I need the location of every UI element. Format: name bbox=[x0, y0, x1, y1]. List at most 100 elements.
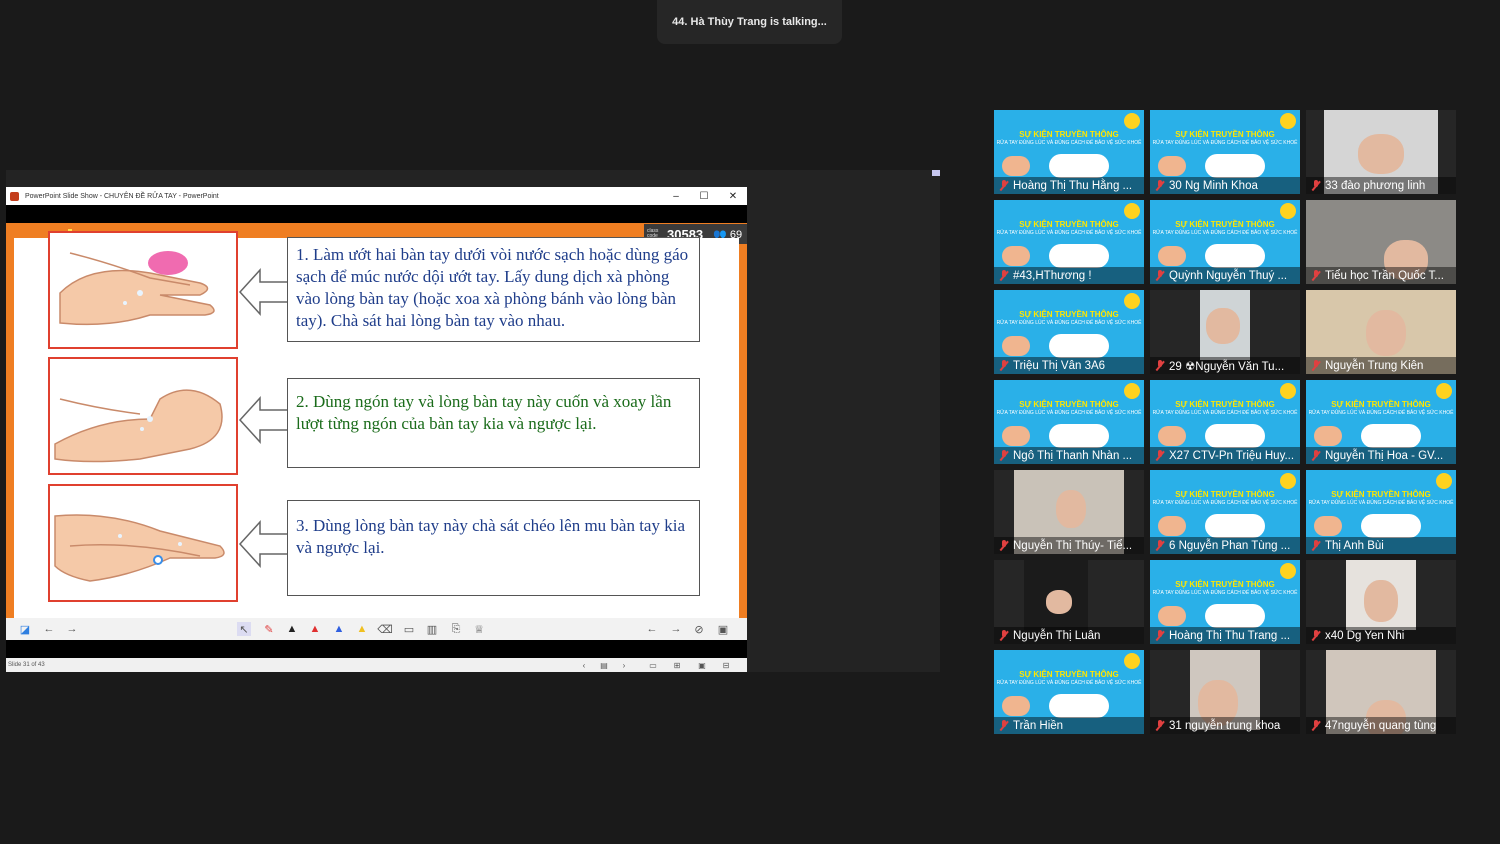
participant-tile[interactable]: 29 ☢Nguyễn Văn Tu... bbox=[1150, 290, 1300, 374]
active-speaker-banner: 44. Hà Thùy Trang is talking... bbox=[657, 0, 842, 44]
cloud-icon bbox=[1049, 244, 1109, 268]
minimize-icon[interactable]: – bbox=[663, 187, 689, 205]
back-arrow-icon[interactable]: ← bbox=[42, 622, 56, 636]
participant-name: x40 Dg Yen Nhi bbox=[1325, 629, 1405, 642]
participant-tile[interactable]: SỰ KIỆN TRUYỀN THÔNG RỬA TAY ĐÚNG LÚC VÀ … bbox=[994, 380, 1144, 464]
muted-mic-icon bbox=[1311, 630, 1321, 641]
reading-view-icon[interactable]: ▣ bbox=[696, 659, 708, 671]
poster-subtitle: RỬA TAY ĐÚNG LÚC VÀ ĐÚNG CÁCH ĐỂ BẢO VỆ … bbox=[1308, 500, 1454, 506]
step-2-text: 2. Dùng ngón tay và lòng bàn tay này cuố… bbox=[287, 378, 700, 468]
hand-icon bbox=[1158, 426, 1186, 446]
participant-name-bar: 30 Ng Minh Khoa bbox=[1150, 177, 1300, 194]
powerpoint-window: PowerPoint Slide Show - CHUYÊN ĐỀ RỬA TA… bbox=[6, 187, 747, 672]
participant-tile[interactable]: SỰ KIỆN TRUYỀN THÔNG RỬA TAY ĐÚNG LÚC VÀ … bbox=[1306, 470, 1456, 554]
participant-tile[interactable]: SỰ KIỆN TRUYỀN THÔNG RỬA TAY ĐÚNG LÚC VÀ … bbox=[994, 110, 1144, 194]
award-icon[interactable]: ♕ bbox=[472, 622, 486, 636]
participant-tile[interactable]: SỰ KIỆN TRUYỀN THÔNG RỬA TAY ĐÚNG LÚC VÀ … bbox=[994, 650, 1144, 734]
add-slide-icon[interactable]: ⎘ bbox=[449, 622, 463, 636]
hand-icon bbox=[1314, 426, 1342, 446]
next-slide-icon[interactable]: → bbox=[669, 622, 683, 636]
pointer-icon[interactable]: ↖ bbox=[237, 622, 251, 636]
poster-title: SỰ KIỆN TRUYỀN THÔNG bbox=[1331, 400, 1431, 409]
muted-mic-icon bbox=[1311, 360, 1321, 371]
screen-icon[interactable]: ▣ bbox=[716, 622, 730, 636]
hide-icon[interactable]: ⊘ bbox=[692, 622, 706, 636]
eraser-icon[interactable]: ⌫ bbox=[377, 622, 393, 636]
muted-mic-icon bbox=[1155, 630, 1165, 641]
slide-list-icon[interactable]: ▤ bbox=[598, 659, 610, 671]
participant-name-bar: Nguyễn Thị Luân bbox=[994, 627, 1144, 644]
classpoint-icon[interactable]: ◪ bbox=[18, 622, 32, 636]
participant-name-bar: Hoàng Thị Thu Trang ... bbox=[1150, 627, 1300, 644]
previous-slide-icon[interactable]: ← bbox=[645, 622, 659, 636]
participant-name-bar: Nguyễn Thị Hoa - GV... bbox=[1306, 447, 1456, 464]
muted-mic-icon bbox=[999, 360, 1009, 371]
participant-name: 29 ☢Nguyễn Văn Tu... bbox=[1169, 360, 1285, 373]
participant-tile[interactable]: Nguyễn Thị Luân bbox=[994, 560, 1144, 644]
normal-view-icon[interactable]: ▭ bbox=[647, 659, 659, 671]
participant-tile[interactable]: 47nguyễn quang tùng bbox=[1306, 650, 1456, 734]
prev-icon[interactable]: ‹ bbox=[578, 659, 590, 671]
slide-bottom-bar bbox=[6, 640, 747, 658]
slide[interactable]: class code 30583 👥 69 1. Làm ướt hai bàn… bbox=[6, 223, 747, 618]
window-titlebar: PowerPoint Slide Show - CHUYÊN ĐỀ RỬA TA… bbox=[6, 187, 747, 205]
participant-name: Thị Anh Bùi bbox=[1325, 539, 1384, 552]
cloud-icon bbox=[1049, 424, 1109, 448]
participant-tile[interactable]: SỰ KIỆN TRUYỀN THÔNG RỬA TAY ĐÚNG LÚC VÀ … bbox=[1150, 110, 1300, 194]
participant-tile[interactable]: 31 nguyễn trung khoa bbox=[1150, 650, 1300, 734]
participant-tile[interactable]: SỰ KIỆN TRUYỀN THÔNG RỬA TAY ĐÚNG LÚC VÀ … bbox=[994, 200, 1144, 284]
participant-tile[interactable]: SỰ KIỆN TRUYỀN THÔNG RỬA TAY ĐÚNG LÚC VÀ … bbox=[1306, 380, 1456, 464]
muted-mic-icon bbox=[999, 540, 1009, 551]
muted-mic-icon bbox=[1155, 450, 1165, 461]
muted-mic-icon bbox=[999, 270, 1009, 281]
participant-name: Tiểu học Trần Quốc T... bbox=[1325, 269, 1444, 282]
forward-arrow-icon[interactable]: → bbox=[65, 622, 79, 636]
quiz-chart-icon[interactable]: ▥ bbox=[425, 622, 439, 636]
participant-tile[interactable]: Tiểu học Trần Quốc T... bbox=[1306, 200, 1456, 284]
muted-mic-icon bbox=[999, 720, 1009, 731]
muted-mic-icon bbox=[999, 180, 1009, 191]
sorter-view-icon[interactable]: ⊞ bbox=[671, 659, 683, 671]
participant-name-bar: Trần Hiền bbox=[994, 717, 1144, 734]
participant-tile[interactable]: SỰ KIỆN TRUYỀN THÔNG RỬA TAY ĐÚNG LÚC VÀ … bbox=[1150, 470, 1300, 554]
participant-face bbox=[1206, 308, 1240, 344]
next-icon[interactable]: › bbox=[618, 659, 630, 671]
cloud-icon bbox=[1205, 514, 1265, 538]
participant-tile[interactable]: SỰ KIỆN TRUYỀN THÔNG RỬA TAY ĐÚNG LÚC VÀ … bbox=[994, 290, 1144, 374]
participant-face bbox=[1358, 134, 1404, 174]
participant-face bbox=[1364, 580, 1398, 622]
cloud-icon bbox=[1361, 514, 1421, 538]
cloud-icon bbox=[1205, 244, 1265, 268]
muted-mic-icon bbox=[1155, 270, 1165, 281]
hand-icon bbox=[1002, 426, 1030, 446]
hand-icon bbox=[1158, 246, 1186, 266]
participant-name: 6 Nguyễn Phan Tùng ... bbox=[1169, 539, 1291, 552]
pen-red-icon[interactable]: ▲ bbox=[308, 622, 322, 636]
whiteboard-icon[interactable]: ▭ bbox=[402, 622, 416, 636]
participant-tile[interactable]: SỰ KIỆN TRUYỀN THÔNG RỬA TAY ĐÚNG LÚC VÀ … bbox=[1150, 200, 1300, 284]
sun-icon bbox=[1124, 653, 1140, 669]
participant-tile[interactable]: Nguyễn Trung Kiên bbox=[1306, 290, 1456, 374]
participant-tile[interactable]: Nguyễn Thị Thúy- Tiể... bbox=[994, 470, 1144, 554]
participant-tile[interactable]: SỰ KIỆN TRUYỀN THÔNG RỬA TAY ĐÚNG LÚC VÀ … bbox=[1150, 560, 1300, 644]
muted-mic-icon bbox=[1155, 540, 1165, 551]
poster-subtitle: RỬA TAY ĐÚNG LÚC VÀ ĐÚNG CÁCH ĐỂ BẢO VỆ … bbox=[996, 410, 1142, 416]
participant-name-bar: Nguyễn Thị Thúy- Tiể... bbox=[994, 537, 1144, 554]
participant-face bbox=[1366, 310, 1406, 356]
participant-tile[interactable]: x40 Dg Yen Nhi bbox=[1306, 560, 1456, 644]
participant-name-bar: 29 ☢Nguyễn Văn Tu... bbox=[1150, 357, 1300, 374]
sun-icon bbox=[1280, 203, 1296, 219]
highlighter-icon[interactable]: ▲ bbox=[355, 622, 369, 636]
slideshow-view-icon[interactable]: ⊟ bbox=[720, 659, 732, 671]
participant-tile[interactable]: SỰ KIỆN TRUYỀN THÔNG RỬA TAY ĐÚNG LÚC VÀ … bbox=[1150, 380, 1300, 464]
laser-pen-icon[interactable]: ✎ bbox=[262, 622, 276, 636]
maximize-icon[interactable]: ☐ bbox=[691, 187, 717, 205]
participant-tile[interactable]: 33 đào phương linh bbox=[1306, 110, 1456, 194]
cloud-icon bbox=[1361, 424, 1421, 448]
pen-blue-icon[interactable]: ▲ bbox=[332, 622, 346, 636]
cloud-icon bbox=[1049, 334, 1109, 358]
close-icon[interactable]: ✕ bbox=[720, 187, 746, 205]
pen-black-icon[interactable]: ▲ bbox=[285, 622, 299, 636]
participant-name-bar: Ngô Thị Thanh Nhàn ... bbox=[994, 447, 1144, 464]
hand-icon bbox=[1002, 246, 1030, 266]
